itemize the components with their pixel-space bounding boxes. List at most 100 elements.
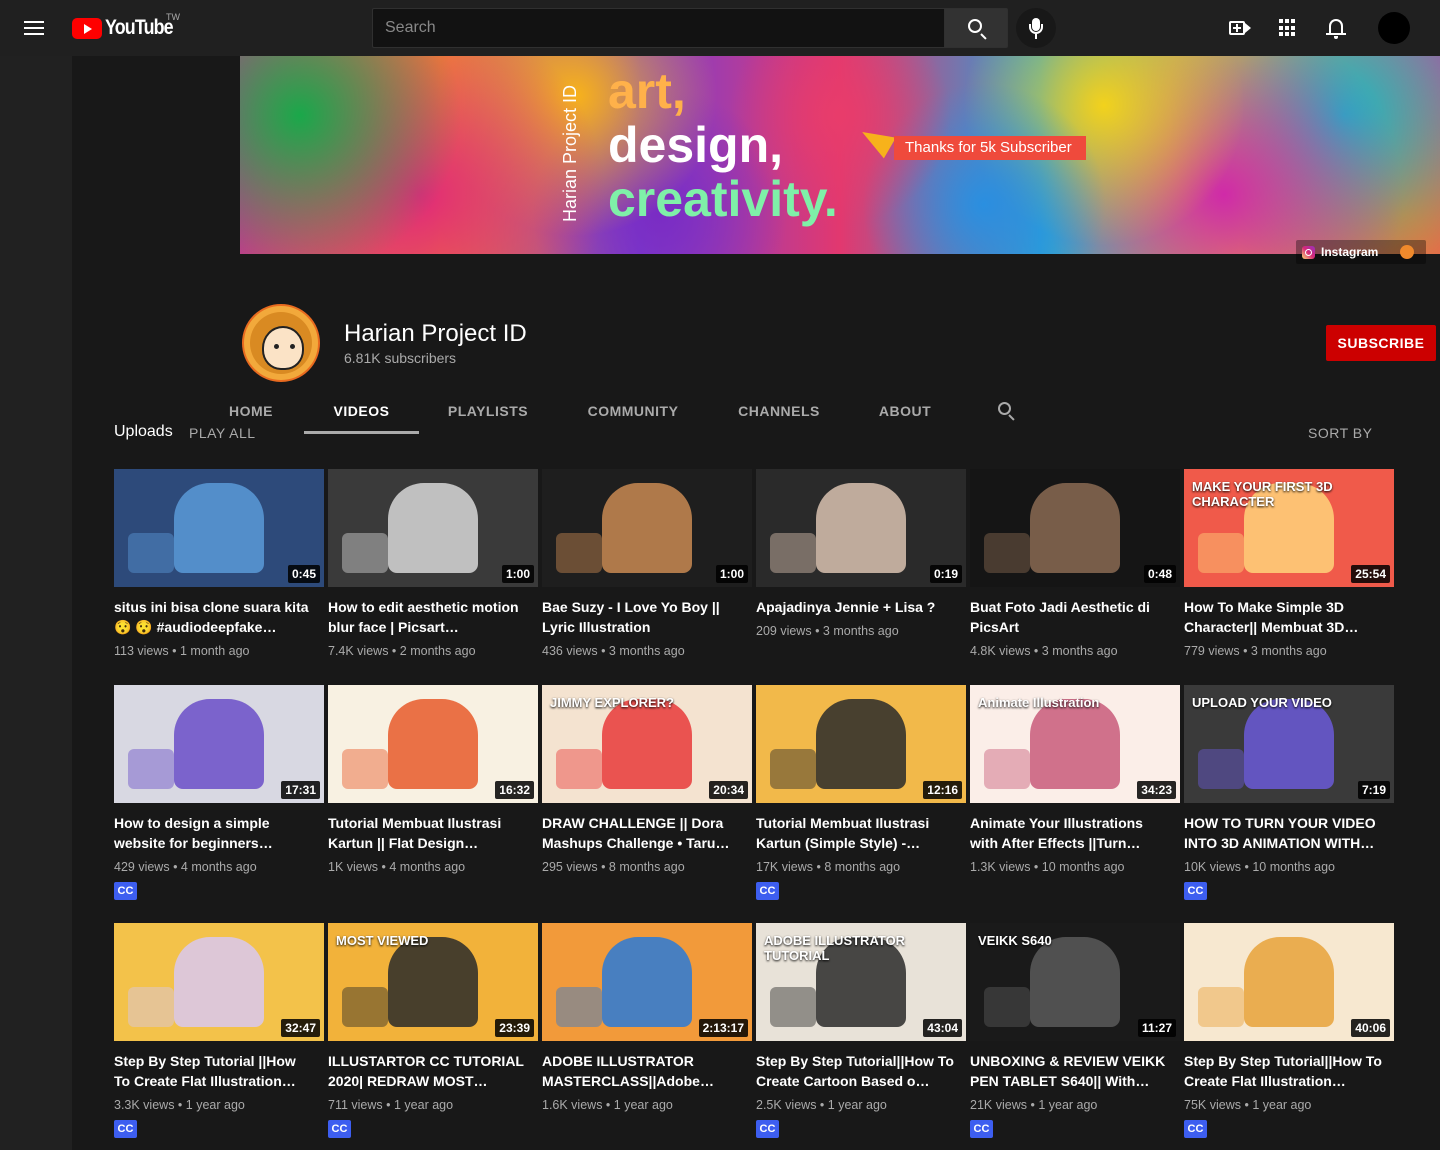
video-duration: 0:19: [929, 565, 962, 583]
tab-community[interactable]: COMMUNITY: [573, 392, 693, 434]
video-thumbnail[interactable]: ADOBE ILLUSTRATOR TUTORIAL 43:04: [756, 923, 966, 1041]
video-title[interactable]: HOW TO TURN YOUR VIDEO INTO 3D ANIMATION…: [1184, 813, 1384, 853]
video-thumbnail[interactable]: UPLOAD YOUR VIDEO 7:19: [1184, 685, 1394, 803]
video-duration: 17:31: [281, 781, 320, 799]
video-card[interactable]: 1:00 How to edit aesthetic motion blur fa…: [328, 469, 538, 684]
video-metadata: 779 views • 3 months ago: [1184, 644, 1327, 658]
video-card[interactable]: 0:48 Buat Foto Jadi Aesthetic di PicsArt 4…: [970, 469, 1180, 684]
video-title[interactable]: Bae Suzy - I Love Yo Boy || Lyric Illust…: [542, 597, 742, 637]
video-thumbnail[interactable]: Animate Illustration 34:23: [970, 685, 1180, 803]
video-metadata: 21K views • 1 year ago: [970, 1098, 1097, 1112]
video-thumbnail[interactable]: 16:32: [328, 685, 538, 803]
video-thumbnail[interactable]: 12:16: [756, 685, 966, 803]
create-video-icon[interactable]: [1228, 16, 1252, 40]
video-card[interactable]: 12:16 Tutorial Membuat Ilustrasi Kartun (…: [756, 685, 966, 900]
video-title[interactable]: How To Make Simple 3D Character|| Membua…: [1184, 597, 1384, 637]
tab-channels[interactable]: CHANNELS: [724, 392, 834, 434]
video-card[interactable]: JIMMY EXPLORER? 20:34 DRAW CHALLENGE || Do…: [542, 685, 752, 900]
tab-videos[interactable]: VIDEOS: [304, 392, 419, 434]
video-card[interactable]: 40:06 Step By Step Tutorial||How To Creat…: [1184, 923, 1394, 1138]
video-card[interactable]: 17:31 How to design a simple website for …: [114, 685, 324, 900]
sort-by-button[interactable]: SORT BY: [1308, 425, 1372, 438]
video-title[interactable]: Step By Step Tutorial ||How To Create Fl…: [114, 1051, 314, 1091]
video-title[interactable]: Apajadinya Jennie + Lisa ?: [756, 597, 956, 617]
channel-name: Harian Project ID: [344, 320, 527, 347]
video-thumbnail[interactable]: 0:48: [970, 469, 1180, 587]
banner-ribbon: Thanks for 5k Subscriber: [894, 136, 1086, 160]
notifications-bell-icon[interactable]: [1324, 16, 1348, 40]
video-card[interactable]: 32:47 Step By Step Tutorial ||How To Crea…: [114, 923, 324, 1138]
video-thumbnail[interactable]: MOST VIEWED 23:39: [328, 923, 538, 1041]
video-title[interactable]: ADOBE ILLUSTRATOR MASTERCLASS||Adobe…: [542, 1051, 742, 1091]
account-avatar[interactable]: [1378, 12, 1410, 44]
video-thumbnail[interactable]: VEIKK S640 11:27: [970, 923, 1180, 1041]
video-title[interactable]: DRAW CHALLENGE || Dora Mashups Challenge…: [542, 813, 742, 853]
thumbnail-art: [342, 749, 388, 789]
video-card[interactable]: UPLOAD YOUR VIDEO 7:19 HOW TO TURN YOUR VI…: [1184, 685, 1394, 900]
video-thumbnail[interactable]: 0:45: [114, 469, 324, 587]
region-code: TW: [166, 12, 180, 22]
video-card[interactable]: ADOBE ILLUSTRATOR TUTORIAL 43:04 Step By S…: [756, 923, 966, 1138]
view-count: 75K views: [1184, 1098, 1241, 1112]
video-thumbnail[interactable]: 32:47: [114, 923, 324, 1041]
video-card[interactable]: 1:00 Bae Suzy - I Love Yo Boy || Lyric Il…: [542, 469, 752, 684]
video-metadata: 75K views • 1 year ago: [1184, 1098, 1311, 1112]
video-metadata: 436 views • 3 months ago: [542, 644, 685, 658]
subscribe-button[interactable]: SUBSCRIBE: [1326, 325, 1436, 361]
video-title[interactable]: Step By Step Tutorial||How To Create Fla…: [1184, 1051, 1384, 1091]
video-duration: 20:34: [709, 781, 748, 799]
voice-search-button[interactable]: [1016, 8, 1056, 48]
video-duration: 23:39: [495, 1019, 534, 1037]
meta-separator: •: [1240, 860, 1253, 874]
video-card[interactable]: 16:32 Tutorial Membuat Ilustrasi Kartun |…: [328, 685, 538, 900]
video-title[interactable]: Buat Foto Jadi Aesthetic di PicsArt: [970, 597, 1170, 637]
video-card[interactable]: Animate Illustration 34:23 Animate Your Il…: [970, 685, 1180, 900]
instagram-link-label: Instagram: [1321, 245, 1379, 259]
apps-grid-icon[interactable]: [1276, 16, 1300, 40]
upload-age: 10 months ago: [1041, 860, 1125, 874]
video-card[interactable]: 0:45 situs ini bisa clone suara kita 😯 😯 …: [114, 469, 324, 684]
video-title[interactable]: Step By Step Tutorial||How To Create Car…: [756, 1051, 956, 1091]
menu-icon[interactable]: [24, 17, 48, 39]
view-count: 436 views: [542, 644, 598, 658]
video-thumbnail[interactable]: JIMMY EXPLORER? 20:34: [542, 685, 752, 803]
channel-avatar[interactable]: [242, 304, 320, 382]
search-button[interactable]: [944, 8, 1008, 48]
upload-age: 1 year ago: [1038, 1098, 1098, 1112]
video-title[interactable]: How to design a simple website for begin…: [114, 813, 314, 853]
video-thumbnail[interactable]: 1:00: [328, 469, 538, 587]
upload-age: 1 year ago: [185, 1098, 245, 1112]
video-title[interactable]: Tutorial Membuat Ilustrasi Kartun (Simpl…: [756, 813, 956, 853]
meta-separator: •: [1030, 644, 1042, 658]
video-metadata: 429 views • 4 months ago: [114, 860, 257, 874]
video-thumbnail[interactable]: 40:06: [1184, 923, 1394, 1041]
video-thumbnail[interactable]: 17:31: [114, 685, 324, 803]
video-duration: 25:54: [1351, 565, 1390, 583]
party-popper-icon: [856, 121, 896, 159]
channel-search-icon[interactable]: [998, 402, 1016, 421]
tab-about[interactable]: ABOUT: [866, 392, 944, 434]
video-title[interactable]: situs ini bisa clone suara kita 😯 😯 #aud…: [114, 597, 314, 637]
video-card[interactable]: 0:19 Apajadinya Jennie + Lisa ? 209 views …: [756, 469, 966, 684]
top-bar: YouTube TW: [0, 0, 1440, 56]
thumbnail-overlay-text: MAKE YOUR FIRST 3D CHARACTER: [1192, 479, 1333, 509]
video-thumbnail[interactable]: MAKE YOUR FIRST 3D CHARACTER 25:54: [1184, 469, 1394, 587]
tab-playlists[interactable]: PLAYLISTS: [435, 392, 541, 434]
video-title[interactable]: ILLUSTARTOR CC TUTORIAL 2020| REDRAW MOS…: [328, 1051, 528, 1091]
video-title[interactable]: How to edit aesthetic motion blur face |…: [328, 597, 528, 637]
video-card[interactable]: MOST VIEWED 23:39 ILLUSTARTOR CC TUTORIAL …: [328, 923, 538, 1138]
video-title[interactable]: Animate Your Illustrations with After Ef…: [970, 813, 1170, 853]
video-card[interactable]: MAKE YOUR FIRST 3D CHARACTER 25:54 How To …: [1184, 469, 1394, 684]
search-input[interactable]: [373, 9, 944, 47]
video-title[interactable]: Tutorial Membuat Ilustrasi Kartun || Fla…: [328, 813, 528, 853]
view-count: 2.5K views: [756, 1098, 817, 1112]
video-thumbnail[interactable]: 1:00: [542, 469, 752, 587]
tab-home[interactable]: HOME: [214, 392, 288, 434]
video-card[interactable]: VEIKK S640 11:27 UNBOXING & REVIEW VEIKK P…: [970, 923, 1180, 1138]
instagram-link[interactable]: Instagram: [1296, 240, 1426, 264]
video-title[interactable]: UNBOXING & REVIEW VEIKK PEN TABLET S640|…: [970, 1051, 1170, 1091]
upload-age: 3 months ago: [822, 624, 899, 638]
video-card[interactable]: 2:13:17 ADOBE ILLUSTRATOR MASTERCLASS||Ad…: [542, 923, 752, 1112]
video-thumbnail[interactable]: 0:19: [756, 469, 966, 587]
video-thumbnail[interactable]: 2:13:17: [542, 923, 752, 1041]
